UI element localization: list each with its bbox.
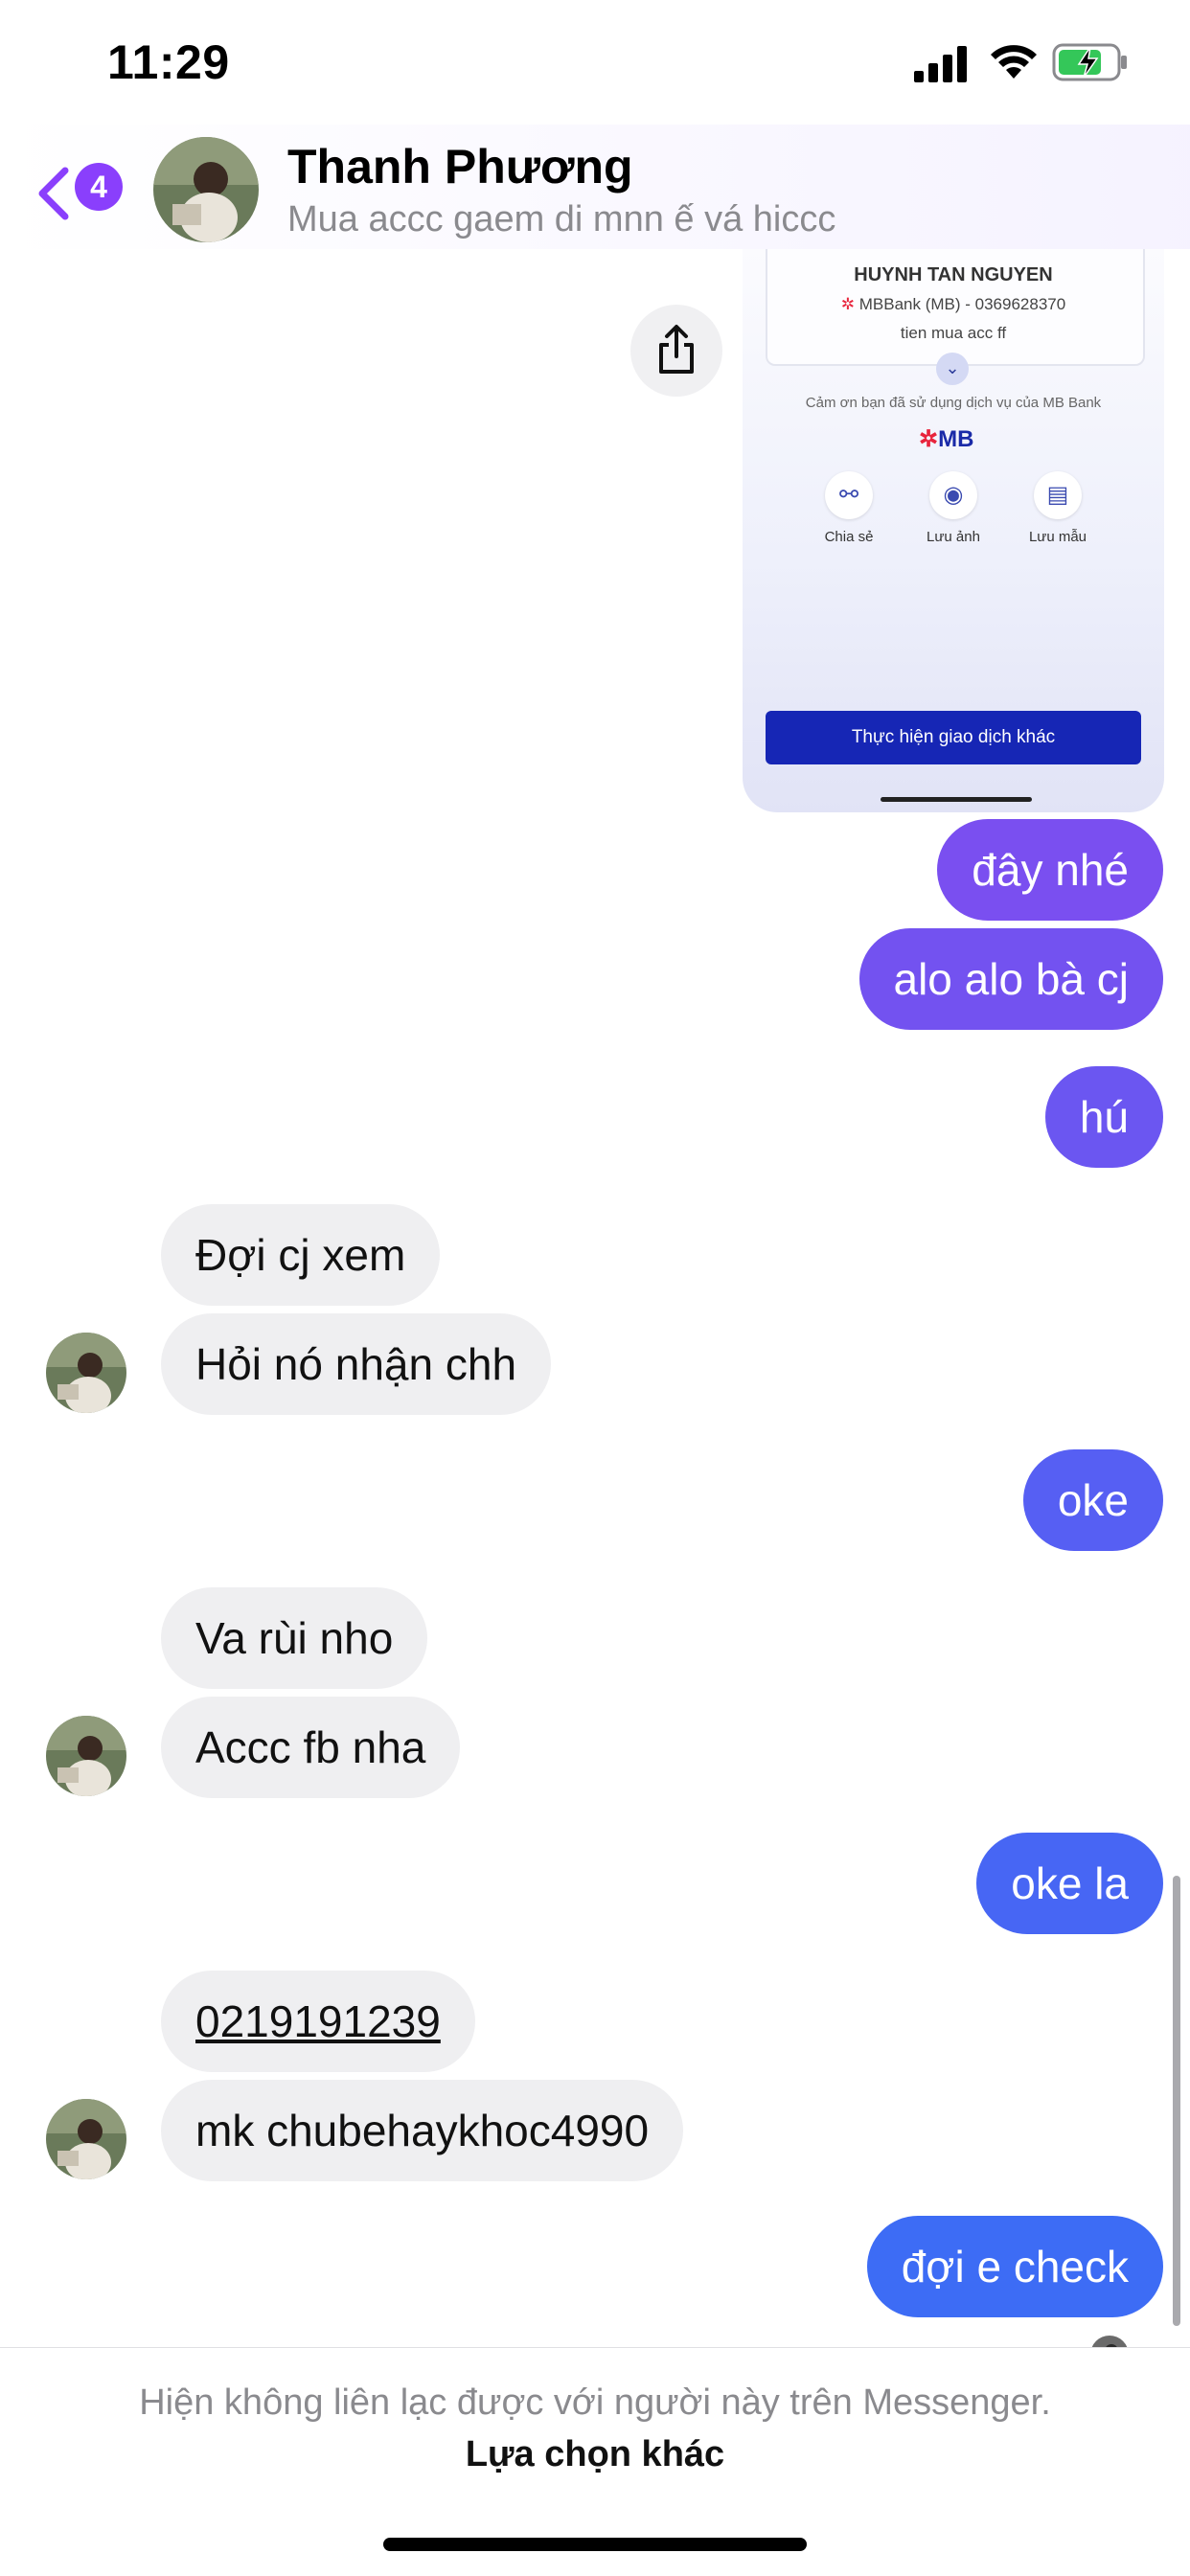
other-options-button[interactable]: Lựa chọn khác [0,2434,1190,2475]
share-nodes-icon: ⚯ [825,471,873,519]
incoming-message[interactable]: mk chubehaykhoc4990 [161,2080,684,2181]
sent-receipt-image[interactable]: HUYNH TAN NGUYEN ✲ MBBank (MB) - 0369628… [743,249,1164,812]
receipt-action-save-image: ◉ Lưu ảnh [901,471,1006,545]
cellular-signal-icon [914,46,967,82]
chat-scrollbar[interactable] [1173,1876,1180,2326]
outgoing-message[interactable]: đây nhé [937,819,1163,921]
chevron-left-icon [38,167,69,220]
sender-avatar[interactable] [46,2099,126,2179]
contact-avatar[interactable] [153,137,259,242]
receipt-action-share: ⚯ Chia sẻ [796,471,902,545]
receipt-action-save-template: ▤ Lưu mẫu [1005,471,1110,545]
outgoing-message[interactable]: alo alo bà cj [858,928,1163,1030]
receipt-recipient-name: HUYNH TAN NGUYEN [854,264,1053,285]
status-bar: 11:29 [0,0,1190,125]
battery-charging-icon [1052,43,1127,81]
back-button[interactable]: 4 [34,161,140,222]
home-indicator[interactable] [383,2538,807,2551]
composer-unavailable-footer: Hiện không liên lạc được với người này t… [0,2347,1190,2576]
receipt-new-transaction-button: Thực hiện giao dịch khác [766,711,1141,764]
outgoing-message[interactable]: oke la [976,1833,1163,1934]
outgoing-message[interactable]: đợi e check [866,2216,1163,2317]
incoming-message[interactable]: Đợi cj xem [161,1204,441,1306]
share-icon [659,325,694,374]
incoming-message[interactable]: Accc fb nha [161,1697,461,1798]
mb-star-icon: ✲ [840,295,859,313]
status-time: 11:29 [107,35,230,89]
wifi-icon [991,45,1037,79]
share-image-button[interactable] [630,305,722,397]
incoming-message[interactable]: Va rùi nho [161,1587,428,1689]
incoming-message-phone-link[interactable]: 0219191239 [161,1971,475,2072]
outgoing-message[interactable]: hú [1044,1066,1163,1168]
incoming-message[interactable]: Hỏi nó nhận chh [161,1313,552,1415]
unavailable-notice: Hiện không liên lạc được với người này t… [139,2382,1051,2423]
contact-nickname: Mua accc gaem di mnn ế vá hiccc [287,199,836,239]
outgoing-message[interactable]: oke [1022,1449,1163,1551]
receipt-thanks-text: Cảm ơn bạn đã sử dụng dịch vụ của MB Ban… [805,395,1102,411]
sender-avatar[interactable] [46,1716,126,1796]
receipt-home-indicator [881,797,1032,802]
unread-count-badge: 4 [75,163,123,211]
sender-avatar[interactable] [46,1333,126,1413]
mb-bank-logo: ✲MB [919,426,974,452]
camera-icon: ◉ [929,471,977,519]
template-icon: ▤ [1034,471,1082,519]
chevron-down-icon: ⌄ [936,353,969,385]
receipt-bank-account: ✲ MBBank (MB) - 0369628370 [840,295,1066,313]
receipt-transfer-note: tien mua acc ff [900,324,1007,342]
contact-name[interactable]: Thanh Phương [287,139,633,194]
